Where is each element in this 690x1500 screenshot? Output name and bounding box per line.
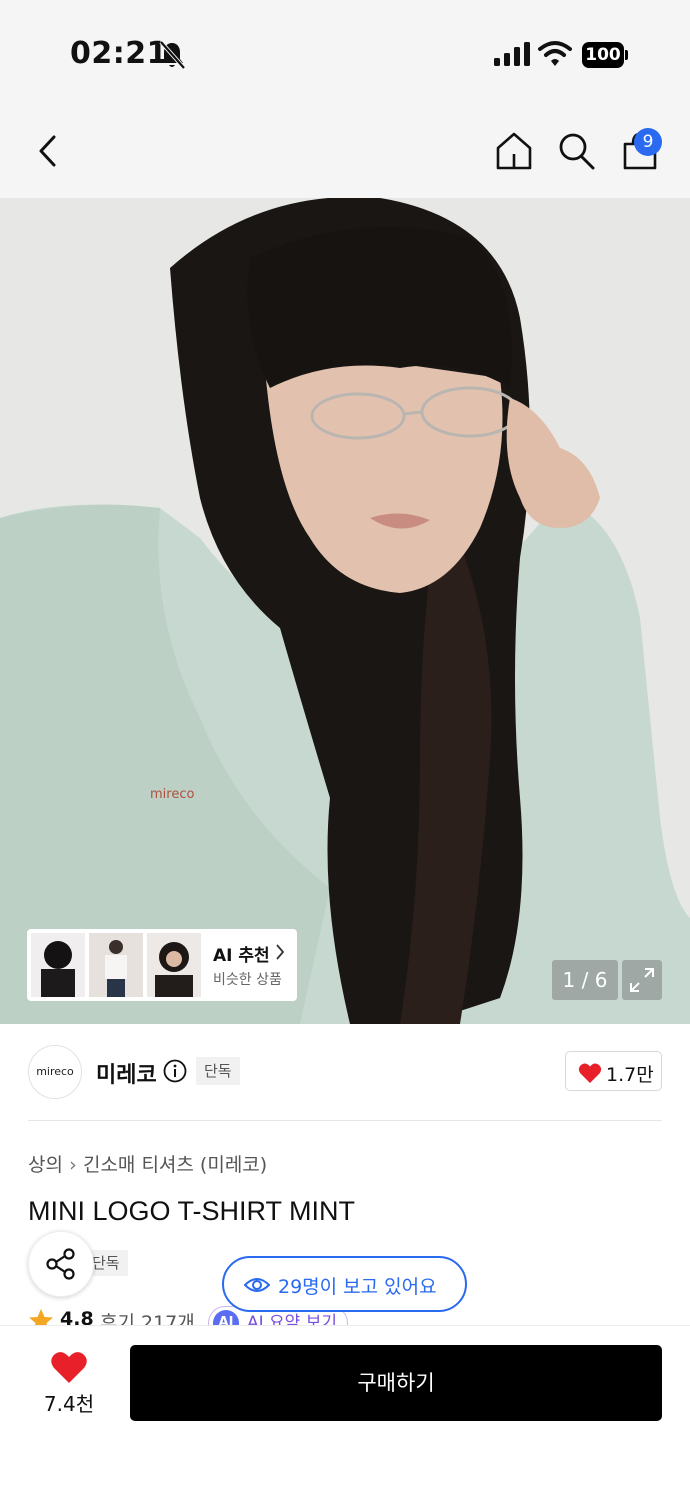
image-counter: 1 / 6 (552, 960, 618, 1000)
home-icon[interactable] (494, 130, 534, 172)
wishlist-heart-icon[interactable] (50, 1350, 88, 1384)
expand-image-button[interactable] (622, 960, 662, 1000)
live-viewers-pill: 29명이 보고 있어요 (222, 1256, 467, 1312)
brand-logo[interactable]: mireco (28, 1045, 82, 1099)
review-count-link[interactable]: 후기 217개 (100, 1308, 195, 1326)
wifi-icon (538, 41, 572, 66)
mute-icon (159, 40, 186, 70)
product-title: MINI LOGO T-SHIRT MINT (28, 1196, 356, 1226)
star-icon (29, 1309, 53, 1326)
wishlist-count: 7.4천 (43, 1392, 95, 1416)
back-icon[interactable] (34, 132, 64, 170)
brand-name[interactable]: 미레코 (96, 1057, 157, 1089)
heart-icon (578, 1063, 602, 1083)
search-icon[interactable] (556, 130, 596, 172)
section-divider (28, 1120, 662, 1121)
brand-like-count: 1.7만 (606, 1064, 654, 1086)
chevron-right-icon (276, 944, 285, 960)
svg-text:mireco: mireco (150, 787, 194, 802)
exclusive-badge: 단독 (196, 1057, 240, 1085)
brand-like-button[interactable]: 1.7만 (565, 1051, 662, 1091)
signal-icon (494, 42, 530, 66)
ai-recommend-subtitle: 비슷한 상품 (213, 972, 282, 988)
share-button[interactable] (28, 1231, 94, 1297)
status-time: 02:21 (70, 36, 168, 71)
cart-count-badge: 9 (634, 128, 662, 156)
breadcrumb: 상의 › 긴소매 티셔츠 (미레코) (28, 1150, 267, 1177)
ai-recommend-card[interactable]: AI 추천 비슷한 상품 (27, 929, 297, 1001)
buy-button[interactable]: 구매하기 (130, 1345, 662, 1421)
live-viewers-text: 29명이 보고 있어요 (278, 1276, 437, 1298)
battery-level: 100 (582, 42, 624, 68)
ai-icon: AI (213, 1310, 239, 1326)
ai-thumb-3[interactable] (147, 933, 201, 997)
battery-nub (625, 50, 628, 60)
top-nav-bar (0, 100, 690, 198)
breadcrumb-item-category[interactable]: 상의 (28, 1154, 63, 1176)
chevron-right-icon: › (69, 1154, 77, 1176)
ai-thumb-1[interactable] (31, 933, 85, 997)
status-bar: 02:21 100 (0, 0, 690, 100)
battery-icon: 100 (582, 42, 628, 68)
breadcrumb-item-subcategory[interactable]: 긴소매 티셔츠 (미레코) (83, 1154, 267, 1176)
expand-icon (630, 968, 654, 992)
product-image[interactable]: mireco AI 추천 비슷한 상품 (0, 198, 690, 1024)
ai-recommend-title: AI 추천 (213, 946, 270, 966)
eye-icon (244, 1278, 270, 1292)
info-icon[interactable] (163, 1059, 187, 1083)
rating-value: 4.8 (60, 1308, 94, 1326)
share-icon (46, 1248, 75, 1280)
ai-thumb-2[interactable] (89, 933, 143, 997)
product-photo: mireco (0, 198, 690, 1024)
